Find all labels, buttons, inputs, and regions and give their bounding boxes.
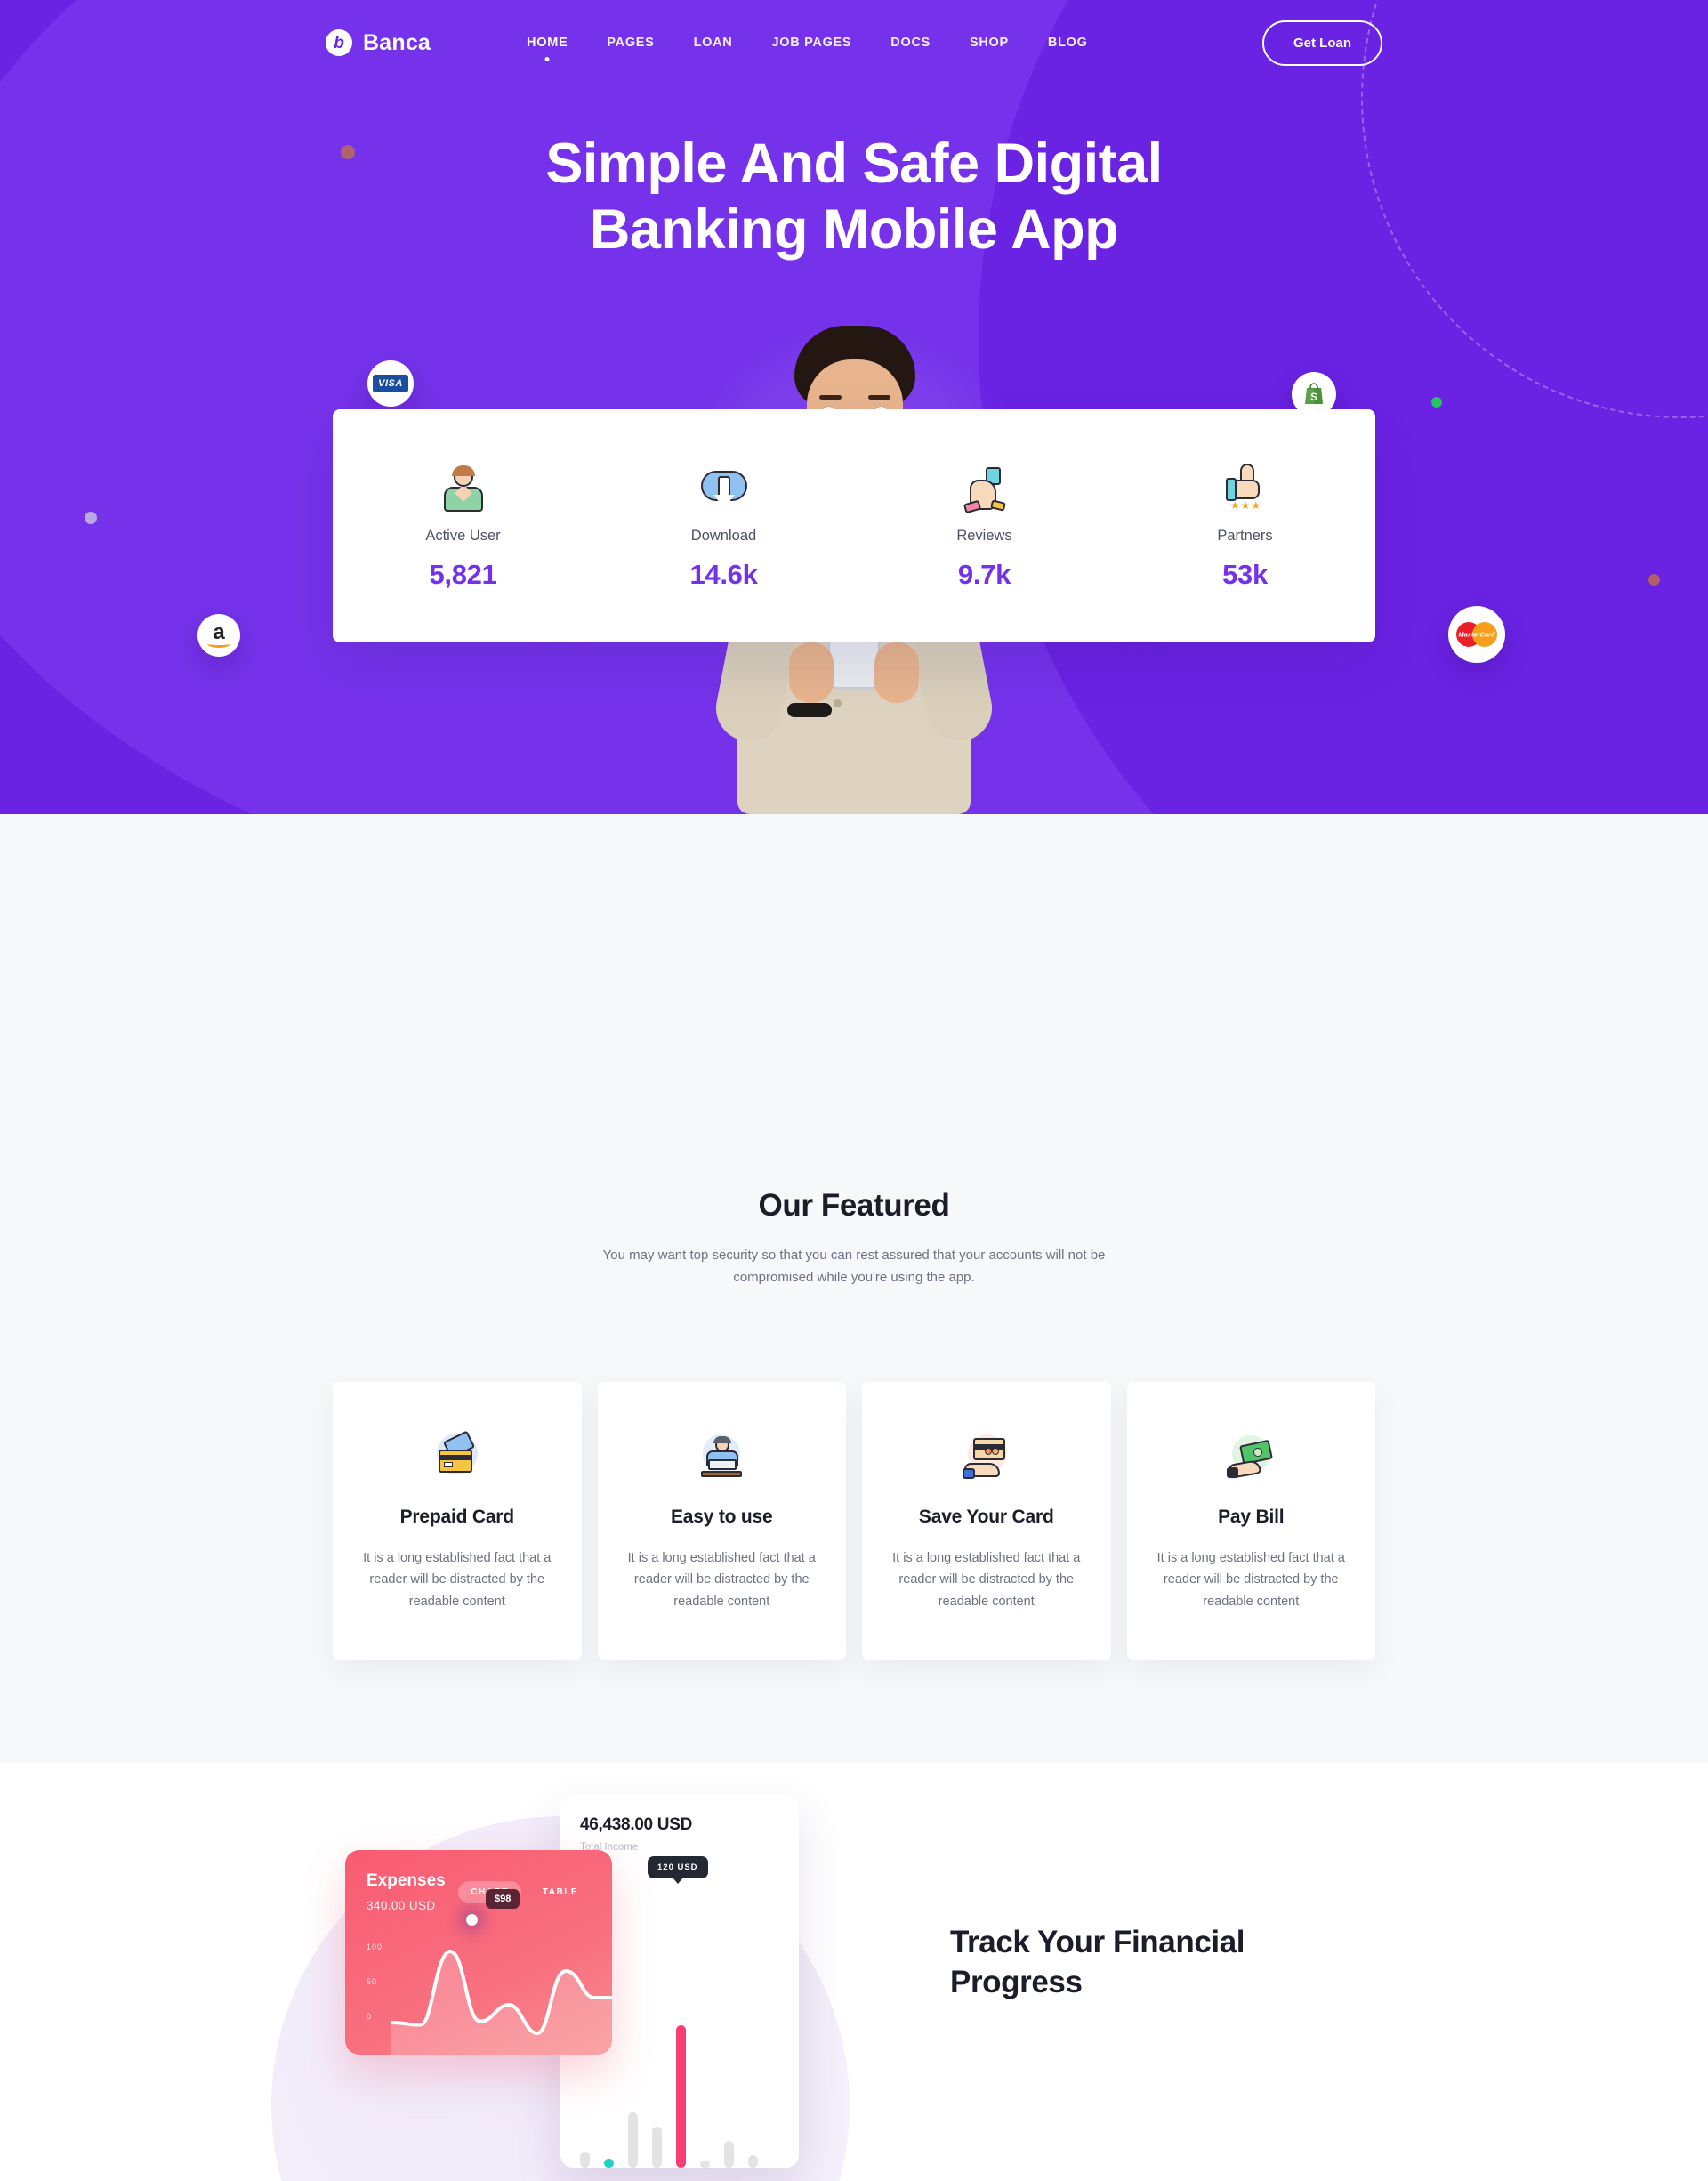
- bar: [676, 2025, 686, 2169]
- reviews-icon: [854, 462, 1115, 513]
- feature-card-easy-to-use[interactable]: Easy to use It is a long established fac…: [597, 1381, 846, 1660]
- stat-reviews: Reviews 9.7k: [854, 462, 1115, 591]
- feature-card-save-your-card[interactable]: Save Your Card It is a long established …: [862, 1381, 1111, 1660]
- stat-value: 53k: [1222, 558, 1268, 590]
- feature-card-title: Save Your Card: [918, 1506, 1054, 1527]
- stat-value: 5,821: [429, 558, 497, 590]
- partners-icon: ★★★: [1115, 462, 1375, 512]
- bar: [724, 2141, 734, 2169]
- bar: [580, 2152, 590, 2169]
- y-tick: 50: [367, 1977, 378, 1987]
- active-user-icon: [333, 462, 593, 512]
- income-tooltip: 120 USD: [648, 1856, 708, 1879]
- mastercard-badge: MasterCard: [1448, 606, 1505, 663]
- track-progress-section: 46,438.00 USD Total Income 120 USD Expen…: [0, 1763, 1708, 2181]
- pay-bill-icon: [1152, 1432, 1351, 1482]
- stat-active-user: Active User 5,821: [333, 462, 593, 591]
- bar: [652, 2127, 662, 2169]
- feature-card-text: It is a long established fact that a rea…: [627, 1550, 816, 1610]
- feature-cards: Prepaid Card It is a long established fa…: [333, 1381, 1375, 1764]
- y-tick: 0: [367, 2012, 373, 2022]
- bar: [700, 2161, 710, 2169]
- featured-section: Our Featured You may want top security s…: [0, 814, 1708, 1764]
- svg-text:S: S: [1310, 391, 1317, 403]
- visa-badge: VISA: [367, 360, 414, 407]
- expenses-title: Expenses: [367, 1871, 446, 1891]
- nav-item-docs[interactable]: DOCS: [890, 36, 931, 50]
- stat-value: 14.6k: [689, 558, 758, 590]
- expenses-area-chart: [391, 1950, 612, 2056]
- visa-icon: VISA: [373, 375, 408, 392]
- income-amount: 46,438.00 USD: [580, 1815, 693, 1835]
- tab-table[interactable]: TABLE: [530, 1881, 591, 1903]
- feature-card-title: Prepaid Card: [399, 1506, 515, 1527]
- track-heading-line-2: Progress: [950, 1965, 1083, 2000]
- track-heading-line-1: Track Your Financial: [950, 1925, 1245, 1960]
- stat-label: Download: [690, 527, 757, 544]
- bar: [748, 2155, 758, 2169]
- decor-dot-orange-right: [1648, 574, 1660, 586]
- featured-subtitle: You may want top security so that you ca…: [602, 1248, 1106, 1285]
- feature-card-prepaid-card[interactable]: Prepaid Card It is a long established fa…: [333, 1381, 582, 1660]
- expenses-tabs: CHART TABLE: [458, 1880, 591, 1903]
- stat-download: Download 14.6k: [593, 462, 854, 591]
- amazon-icon: a: [207, 621, 230, 649]
- expenses-amount: 340.00 USD: [367, 1899, 436, 1913]
- nav-links: HOME PAGES LOAN JOB PAGES DOCS SHOP BLOG: [527, 36, 1088, 50]
- stat-value: 9.7k: [957, 558, 1011, 590]
- hero-title-line-1: Simple And Safe Digital: [545, 133, 1163, 195]
- feature-card-text: It is a long established fact that a rea…: [1156, 1550, 1345, 1610]
- track-heading: Track Your Financial Progress: [950, 1923, 1245, 2003]
- hero-title-line-2: Banking Mobile App: [589, 198, 1119, 261]
- income-label: Total Income: [580, 1842, 639, 1854]
- stat-label: Reviews: [956, 527, 1012, 544]
- feature-card-text: It is a long established fact that a rea…: [892, 1550, 1081, 1610]
- feature-card-pay-bill[interactable]: Pay Bill It is a long established fact t…: [1126, 1381, 1375, 1660]
- prepaid-card-icon: [358, 1429, 557, 1482]
- stats-card: Active User 5,821 Download 14.6k Reviews…: [333, 409, 1375, 642]
- feature-card-text: It is a long established fact that a rea…: [363, 1550, 552, 1610]
- feature-card-title: Pay Bill: [1218, 1506, 1285, 1527]
- decor-dot-lilac-left: [85, 512, 97, 524]
- nav-item-shop[interactable]: SHOP: [970, 36, 1009, 50]
- brand-name: Banca: [363, 29, 431, 55]
- brand-logo[interactable]: b Banca: [326, 29, 431, 56]
- hero-section: b Banca HOME PAGES LOAN JOB PAGES DOCS S…: [0, 0, 1708, 814]
- main-navigation: b Banca HOME PAGES LOAN JOB PAGES DOCS S…: [0, 0, 1708, 85]
- mastercard-icon: MasterCard: [1456, 622, 1497, 647]
- nav-item-job-pages[interactable]: JOB PAGES: [771, 36, 851, 50]
- easy-to-use-icon: [623, 1432, 822, 1482]
- get-loan-button[interactable]: Get Loan: [1261, 20, 1382, 66]
- featured-title: Our Featured: [758, 1188, 950, 1223]
- feature-card-title: Easy to use: [670, 1506, 773, 1527]
- shopify-icon: S: [1305, 383, 1323, 404]
- download-icon: [593, 462, 854, 512]
- nav-item-home[interactable]: HOME: [527, 36, 568, 50]
- stat-partners: ★★★ Partners 53k: [1115, 462, 1375, 591]
- decor-dot-orange-top: [341, 145, 355, 159]
- nav-item-loan[interactable]: LOAN: [694, 36, 733, 50]
- decor-dot-green-right: [1431, 397, 1442, 408]
- save-card-icon: [887, 1432, 1086, 1482]
- nav-item-pages[interactable]: PAGES: [607, 36, 654, 50]
- nav-item-blog[interactable]: BLOG: [1048, 36, 1088, 50]
- bar: [604, 2159, 614, 2169]
- y-tick: 100: [367, 1943, 383, 1952]
- bar: [628, 2112, 638, 2169]
- expenses-y-axis: 100 50 0: [367, 1943, 383, 2047]
- amazon-badge: a: [197, 614, 240, 657]
- expenses-card: Expenses 340.00 USD CHART TABLE 100 50 0…: [345, 1850, 612, 2056]
- hero-title: Simple And Safe Digital Banking Mobile A…: [0, 132, 1708, 263]
- brand-mark-icon: b: [326, 29, 352, 56]
- expenses-data-point: [466, 1914, 478, 1927]
- stat-label: Active User: [425, 527, 501, 544]
- stat-label: Partners: [1217, 527, 1273, 544]
- expenses-tooltip: $98: [486, 1889, 520, 1910]
